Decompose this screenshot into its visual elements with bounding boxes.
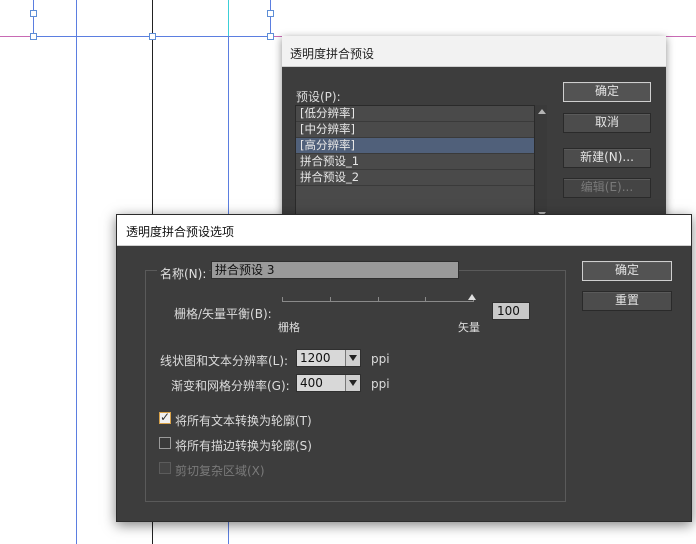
convert-strokes-label[interactable]: 将所有描边转换为轮廓(S) bbox=[175, 437, 312, 454]
presets-list[interactable]: [低分辨率] [中分辨率] [高分辨率] 拼合预设_1 拼合预设_2 bbox=[295, 105, 547, 221]
clip-complex-checkbox bbox=[159, 462, 171, 474]
balance-slider[interactable] bbox=[282, 294, 476, 302]
frame-edge-left bbox=[33, 0, 34, 36]
new-preset-button[interactable]: 新建(N)... bbox=[563, 148, 651, 168]
gradient-resolution-select[interactable]: 400 bbox=[296, 374, 361, 392]
ok-button[interactable]: 确定 bbox=[563, 82, 651, 102]
slider-tick bbox=[282, 297, 283, 302]
slider-tick bbox=[425, 297, 426, 302]
list-item[interactable]: 拼合预设_2 bbox=[296, 170, 546, 186]
gradient-resolution-value: 400 bbox=[300, 376, 323, 390]
ok-button[interactable]: 确定 bbox=[582, 261, 672, 281]
frame-handle-bottom-mid[interactable] bbox=[149, 33, 156, 40]
flattener-presets-dialog: 透明度拼合预设 预设(P): [低分辨率] [中分辨率] [高分辨率] 拼合预设… bbox=[282, 36, 666, 236]
scroll-up-icon[interactable] bbox=[538, 109, 546, 114]
gradient-resolution-unit: ppi bbox=[371, 377, 390, 391]
edit-preset-button: 编辑(E)... bbox=[563, 178, 651, 198]
convert-text-label[interactable]: 将所有文本转换为轮廓(T) bbox=[175, 412, 312, 429]
line-resolution-value: 1200 bbox=[300, 351, 331, 365]
gradient-resolution-label: 渐变和网格分辨率(G): bbox=[171, 379, 290, 393]
flattener-preset-options-dialog: 透明度拼合预设选项 名称(N): 拼合预设 3 栅格/矢量平衡(B): 栅格 矢… bbox=[116, 214, 692, 522]
slider-thumb-icon[interactable] bbox=[468, 294, 476, 300]
line-resolution-label: 线状图和文本分辨率(L): bbox=[160, 354, 289, 368]
balance-min-label: 栅格 bbox=[278, 321, 300, 334]
line-resolution-select[interactable]: 1200 bbox=[296, 349, 361, 367]
line-resolution-unit: ppi bbox=[371, 352, 390, 366]
balance-label: 栅格/矢量平衡(B): bbox=[174, 307, 272, 321]
balance-max-label: 矢量 bbox=[458, 321, 480, 334]
list-item[interactable]: 拼合预设_1 bbox=[296, 154, 546, 170]
convert-text-checkbox[interactable] bbox=[159, 410, 171, 424]
clip-complex-label: 剪切复杂区域(X) bbox=[175, 464, 265, 478]
balance-value-input[interactable]: 100 bbox=[492, 302, 530, 320]
chevron-down-icon[interactable] bbox=[345, 375, 360, 391]
guide-vertical-cyan bbox=[228, 0, 229, 36]
name-input[interactable]: 拼合预设 3 bbox=[211, 261, 459, 279]
dialog-title: 透明度拼合预设选项 bbox=[117, 215, 691, 246]
name-label: 名称(N): bbox=[157, 265, 210, 282]
list-item[interactable]: [低分辨率] bbox=[296, 106, 546, 122]
slider-tick bbox=[378, 297, 379, 302]
frame-edge-right bbox=[270, 0, 271, 36]
frame-handle-top-right[interactable] bbox=[267, 10, 274, 17]
frame-handle-top-left[interactable] bbox=[30, 10, 37, 17]
cancel-button[interactable]: 取消 bbox=[563, 113, 651, 133]
guide-vertical-blue-1 bbox=[76, 0, 77, 544]
frame-handle-bottom-right[interactable] bbox=[267, 33, 274, 40]
frame-handle-bottom-left[interactable] bbox=[30, 33, 37, 40]
dialog-title: 透明度拼合预设 bbox=[282, 36, 666, 67]
chevron-down-icon[interactable] bbox=[345, 350, 360, 366]
list-item[interactable]: [中分辨率] bbox=[296, 122, 546, 138]
reset-button[interactable]: 重置 bbox=[582, 291, 672, 311]
presets-scrollbar[interactable] bbox=[534, 105, 547, 221]
list-item-selected[interactable]: [高分辨率] bbox=[296, 138, 546, 154]
presets-label: 预设(P): bbox=[296, 90, 341, 104]
slider-tick bbox=[330, 297, 331, 302]
convert-strokes-checkbox[interactable] bbox=[159, 437, 171, 449]
